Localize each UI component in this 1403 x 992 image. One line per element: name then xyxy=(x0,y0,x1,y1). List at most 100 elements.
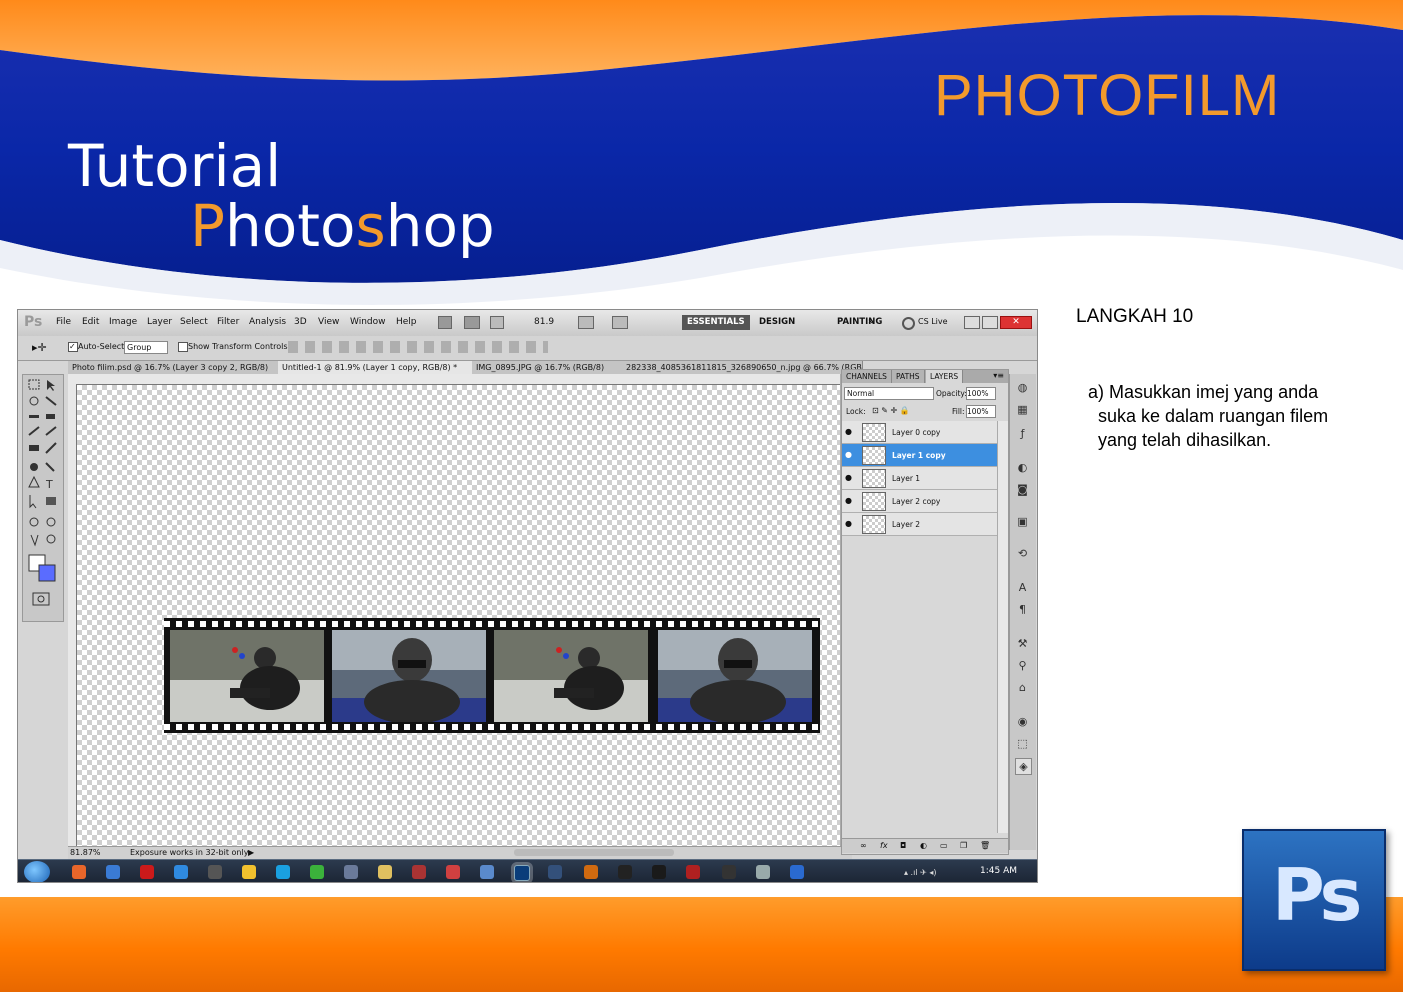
layers-panel-icon[interactable]: ◈ xyxy=(1015,758,1032,775)
menu-help[interactable]: Help xyxy=(396,317,417,327)
archive-icon[interactable] xyxy=(446,865,460,879)
app-icon-red[interactable] xyxy=(686,865,700,879)
menu-filter[interactable]: Filter xyxy=(217,317,239,327)
clone-source-icon[interactable]: ⚲ xyxy=(1015,658,1030,673)
layer-row[interactable]: ● Layer 2 xyxy=(842,513,997,536)
illustrator-icon[interactable] xyxy=(584,865,598,879)
swatches-panel-icon[interactable]: ▦ xyxy=(1015,402,1030,417)
layer-row[interactable]: ● Layer 0 copy xyxy=(842,421,997,444)
auto-select-dropdown[interactable]: Group xyxy=(124,341,168,354)
paint-icon[interactable] xyxy=(412,865,426,879)
screen-mode-icon[interactable] xyxy=(612,316,628,329)
mini-bridge-icon[interactable] xyxy=(464,316,480,329)
menu-window[interactable]: Window xyxy=(350,317,386,327)
tool-presets-icon[interactable]: ⌂ xyxy=(1015,680,1030,695)
3d-panel-icon[interactable]: ◉ xyxy=(1015,714,1030,729)
more-workspaces-icon[interactable]: » xyxy=(868,317,874,327)
document-canvas[interactable] xyxy=(77,385,840,846)
windows-start-button[interactable] xyxy=(24,861,50,882)
opera-icon[interactable] xyxy=(140,865,154,879)
horizontal-scrollbar[interactable] xyxy=(514,849,674,856)
trash-icon[interactable]: 🗑 xyxy=(980,839,990,853)
lock-icons[interactable]: ⊡ ✎ ✛ 🔒 xyxy=(872,406,910,415)
chrome-icon[interactable] xyxy=(106,865,120,879)
app-icon-dark[interactable] xyxy=(618,865,632,879)
explorer-icon[interactable] xyxy=(378,865,392,879)
tray-icons[interactable]: ▴ .ıl ✈ ◂) xyxy=(904,868,936,877)
menu-view[interactable]: View xyxy=(318,317,339,327)
layer-row[interactable]: ● Layer 2 copy xyxy=(842,490,997,513)
settings-app-icon[interactable] xyxy=(208,865,222,879)
doc-tab-1[interactable]: Photo filim.psd @ 16.7% (Layer 3 copy 2,… xyxy=(68,361,279,374)
eye-icon[interactable]: ● xyxy=(845,474,853,482)
taskbar-clock[interactable]: 1:45 AM xyxy=(980,866,1017,876)
panel-menu-icon[interactable]: ▾≡ xyxy=(993,371,1004,380)
status-info[interactable]: Exposure works in 32-bit only xyxy=(130,847,248,859)
styles-panel-icon[interactable]: ƒ xyxy=(1015,426,1030,441)
color-panel-icon[interactable]: ◍ xyxy=(1015,380,1030,395)
tab-layers[interactable]: LAYERS xyxy=(926,370,964,383)
doc-tab-3[interactable]: IMG_0895.JPG @ 16.7% (RGB/8) xyxy=(472,361,627,374)
eye-icon[interactable]: ● xyxy=(845,428,853,436)
menu-image[interactable]: Image xyxy=(109,317,137,327)
align-distribute-icons[interactable] xyxy=(288,341,548,353)
menu-3d[interactable]: 3D xyxy=(294,317,307,327)
doc-tab-4[interactable]: 282338_4085361811815_326890650_n.jpg @ 6… xyxy=(622,361,863,374)
status-arrow-icon[interactable]: ▶ xyxy=(248,847,254,859)
firefox-icon[interactable] xyxy=(72,865,86,879)
skype-icon[interactable] xyxy=(276,865,290,879)
game-icon[interactable] xyxy=(652,865,666,879)
photoshop-taskbar-icon[interactable] xyxy=(514,865,530,881)
move-tool-icon[interactable]: ▸✛ xyxy=(32,341,47,354)
app-icon-gray[interactable] xyxy=(756,865,770,879)
tab-paths[interactable]: PATHS xyxy=(892,370,925,383)
link-icon[interactable]: ∞ xyxy=(860,839,867,853)
eye-icon[interactable]: ● xyxy=(845,497,853,505)
app-icon-black[interactable] xyxy=(722,865,736,879)
character-panel-icon[interactable]: A xyxy=(1015,580,1030,595)
layer-row-selected[interactable]: ● Layer 1 copy xyxy=(842,444,997,467)
menu-edit[interactable]: Edit xyxy=(82,317,99,327)
mail-icon[interactable] xyxy=(344,865,358,879)
extras-icon[interactable] xyxy=(490,316,504,329)
fx-icon[interactable]: fx xyxy=(880,839,888,853)
status-zoom[interactable]: 81.87% xyxy=(70,847,101,859)
ie-icon[interactable] xyxy=(174,865,188,879)
maximize-button[interactable] xyxy=(982,316,998,329)
layers-scrollbar[interactable] xyxy=(997,421,1008,833)
after-effects-icon[interactable] xyxy=(548,865,562,879)
zoom-level[interactable]: 81.9 xyxy=(534,317,554,327)
eye-icon[interactable]: ● xyxy=(845,520,853,528)
doc-tab-2[interactable]: Untitled-1 @ 81.9% (Layer 1 copy, RGB/8)… xyxy=(278,361,473,374)
download-icon[interactable] xyxy=(790,865,804,879)
blend-mode-dropdown[interactable]: Normal xyxy=(844,387,934,400)
fill-input[interactable]: 100% xyxy=(966,405,996,418)
workspace-painting[interactable]: PAINTING xyxy=(832,315,887,330)
minimize-button[interactable] xyxy=(964,316,980,329)
media-player-icon[interactable] xyxy=(242,865,256,879)
new-layer-icon[interactable]: ❐ xyxy=(960,839,967,853)
tab-channels[interactable]: CHANNELS xyxy=(842,370,892,383)
adjustment-icon[interactable]: ◐ xyxy=(920,839,927,853)
eye-icon[interactable]: ● xyxy=(845,451,853,459)
transform-controls-checkbox[interactable] xyxy=(178,342,188,352)
arrange-icon[interactable] xyxy=(578,316,594,329)
film-strip[interactable] xyxy=(164,618,820,733)
app-icon-green[interactable] xyxy=(310,865,324,879)
menu-analysis[interactable]: Analysis xyxy=(249,317,286,327)
group-icon[interactable]: ▭ xyxy=(940,839,948,853)
masks-panel-icon[interactable]: ◙ xyxy=(1015,482,1030,497)
mask-icon[interactable]: ◘ xyxy=(900,839,906,853)
paragraph-panel-icon[interactable]: ¶ xyxy=(1015,602,1030,617)
opacity-input[interactable]: 100% xyxy=(966,387,996,400)
menu-file[interactable]: File xyxy=(56,317,71,327)
cs-live-menu[interactable]: CS Live xyxy=(918,317,948,326)
app-icon-circle[interactable] xyxy=(480,865,494,879)
mini-bridge-panel-icon[interactable]: ▣ xyxy=(1015,514,1030,529)
menu-layer[interactable]: Layer xyxy=(147,317,172,327)
workspace-design[interactable]: DESIGN xyxy=(754,315,800,330)
transform-panel-icon[interactable]: ⬚ xyxy=(1015,736,1030,751)
tool-icons[interactable]: T xyxy=(23,375,63,621)
history-panel-icon[interactable]: ⟲ xyxy=(1015,546,1030,561)
adjustments-panel-icon[interactable]: ◐ xyxy=(1015,460,1030,475)
